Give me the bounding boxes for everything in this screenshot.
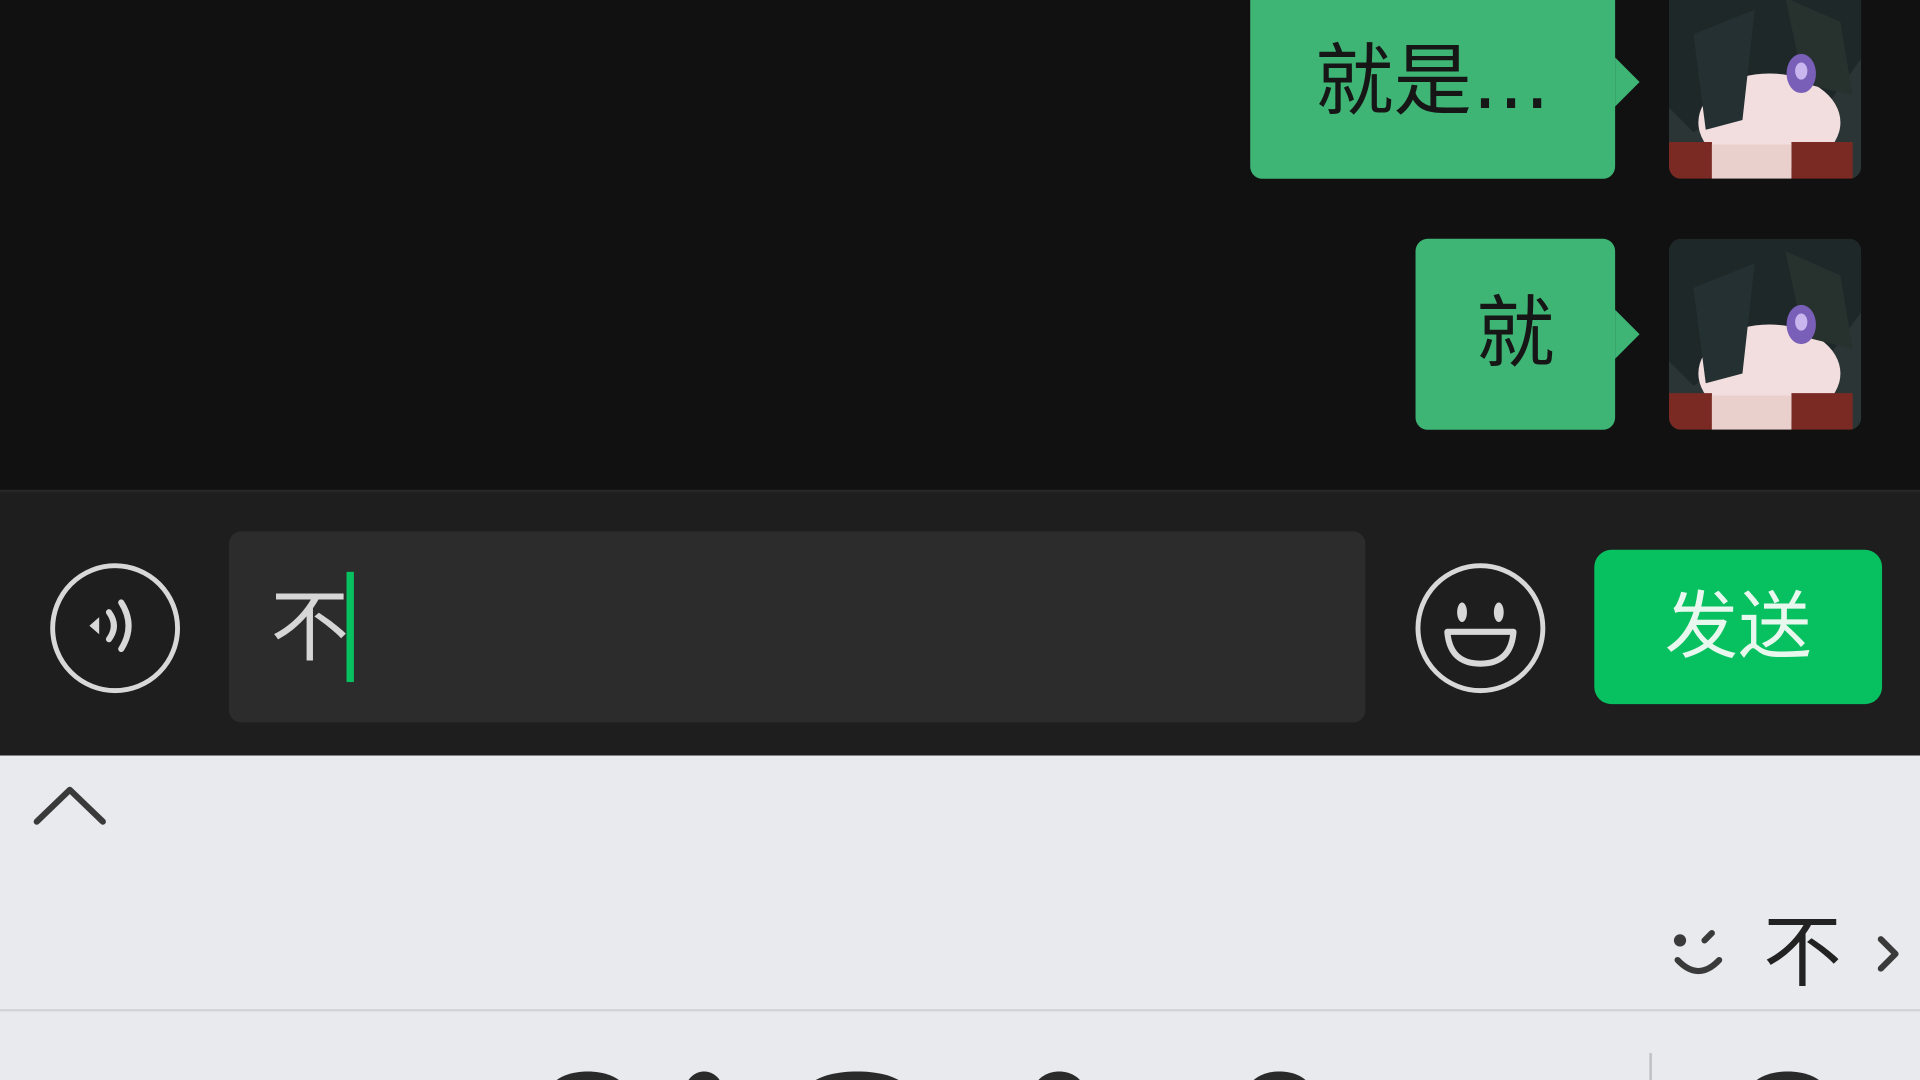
chevron-up-icon — [33, 786, 106, 825]
input-bar: 不 发送 — [0, 489, 1920, 756]
candidate-word[interactable]: 不 — [1763, 905, 1841, 1003]
message-bubble[interactable]: 就是… — [1250, 0, 1640, 179]
avatar[interactable] — [1668, 0, 1862, 179]
send-button[interactable]: 发送 — [1594, 549, 1883, 705]
keyboard: 不 — [0, 755, 1920, 1080]
key-glyph — [1034, 1071, 1084, 1080]
candidate-bar: 不 — [1665, 905, 1903, 1003]
message-bubble[interactable]: 就 — [1415, 238, 1640, 430]
key-glyph — [685, 1071, 723, 1080]
key-row — [0, 1071, 1920, 1080]
divider — [0, 1008, 1920, 1012]
chat-screen: 就是… 就 不 发送 不 — [0, 0, 1920, 1080]
voice-button[interactable] — [50, 563, 181, 694]
emoji-icon — [1444, 602, 1517, 667]
message-text: 就是… — [1315, 36, 1551, 128]
chevron-right-icon[interactable] — [1873, 929, 1902, 978]
chat-history[interactable]: 就是… 就 — [0, 0, 1920, 490]
key-glyph — [808, 1071, 907, 1080]
text-caret — [346, 571, 354, 683]
avatar-image — [1668, 238, 1862, 430]
key-glyph — [1248, 1071, 1311, 1080]
emoji-button[interactable] — [1415, 563, 1546, 694]
key-glyph — [1751, 1071, 1825, 1080]
avatar-image — [1668, 0, 1862, 179]
keyboard-collapse-button[interactable] — [27, 778, 113, 832]
avatar[interactable] — [1668, 238, 1862, 430]
message-text: 就 — [1476, 288, 1555, 380]
message-input[interactable]: 不 — [228, 531, 1366, 723]
voice-icon — [89, 599, 132, 653]
key-glyph — [551, 1071, 625, 1080]
emoticon-face-icon[interactable] — [1665, 923, 1731, 984]
message-input-value: 不 — [270, 582, 349, 674]
